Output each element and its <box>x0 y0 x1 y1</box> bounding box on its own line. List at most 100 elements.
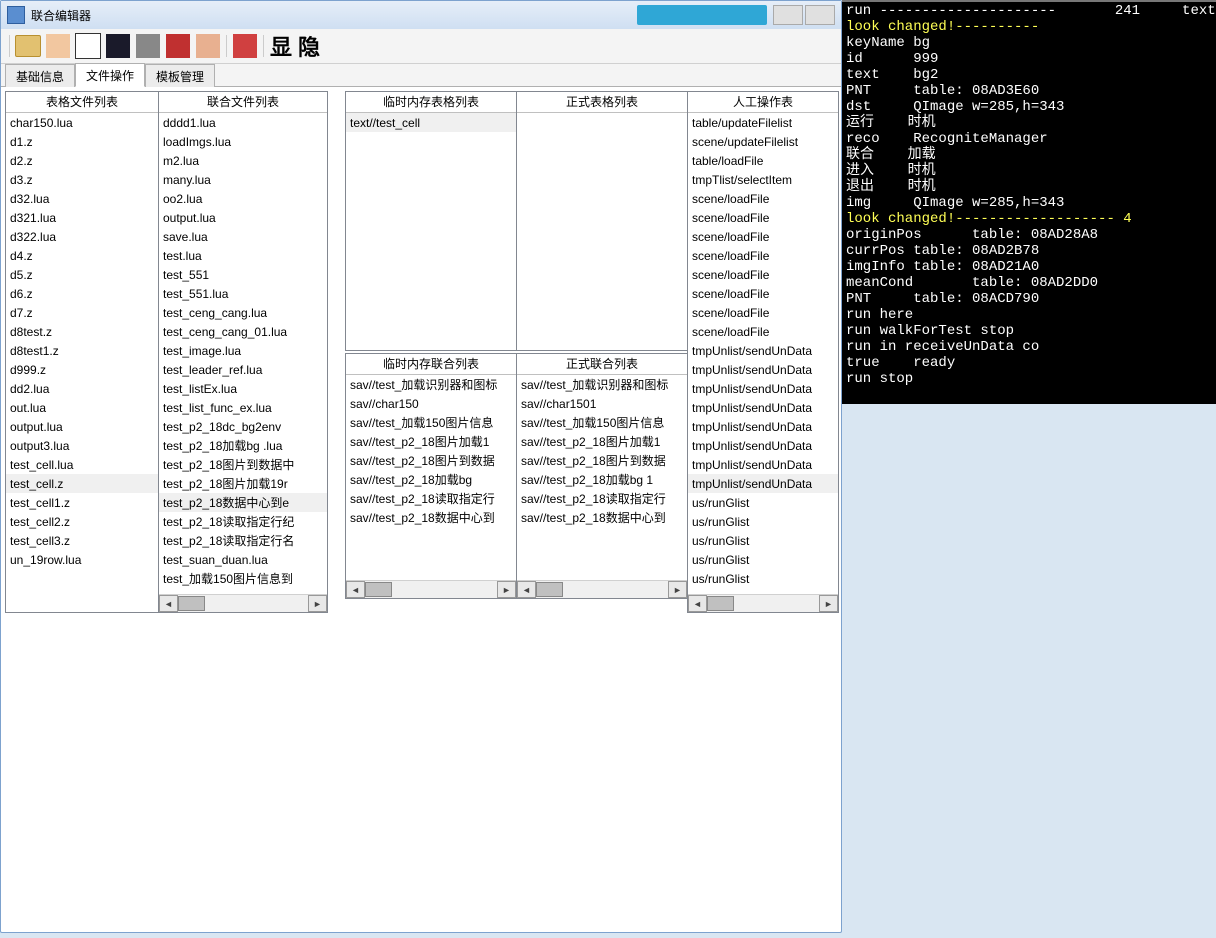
list-item[interactable]: test_cell2.z <box>6 512 158 531</box>
list-item[interactable]: tmpUnlist/sendUnData <box>688 360 838 379</box>
list-item[interactable]: save.lua <box>159 227 327 246</box>
avatar-icon-7[interactable] <box>231 32 259 60</box>
list-item[interactable]: test_551 <box>159 265 327 284</box>
list-item[interactable]: test_cell1.z <box>6 493 158 512</box>
list-item[interactable]: tmpUnlist/sendUnData <box>688 474 838 493</box>
list-item[interactable]: dddd1.lua <box>159 113 327 132</box>
scroll-left-icon[interactable]: ◄ <box>346 581 365 598</box>
list-item[interactable]: m2.lua <box>159 151 327 170</box>
list-item[interactable]: test_551.lua <box>159 284 327 303</box>
list-item[interactable]: test_加载150图片信息到 <box>159 569 327 588</box>
scroll-left-icon[interactable]: ◄ <box>517 581 536 598</box>
console-window[interactable]: run --------------------- 241 textlook c… <box>842 0 1216 404</box>
list-item[interactable]: tmpUnlist/sendUnData <box>688 341 838 360</box>
list-item[interactable]: sav//test_加载150图片信息 <box>517 413 687 432</box>
list-item[interactable]: table/loadFile <box>688 151 838 170</box>
hscroll[interactable]: ◄ ► <box>159 594 327 612</box>
scroll-left-icon[interactable]: ◄ <box>688 595 707 612</box>
avatar-icon-3[interactable] <box>104 32 132 60</box>
list-item[interactable]: test_p2_18图片到数据中 <box>159 455 327 474</box>
list-item[interactable]: tmpUnlist/sendUnData <box>688 436 838 455</box>
list-item[interactable]: char150.lua <box>6 113 158 132</box>
list-item[interactable]: us/runGlist <box>688 512 838 531</box>
list-temp-union[interactable]: sav//test_加载识别器和图标sav//char150sav//test_… <box>346 375 516 580</box>
list-item[interactable]: d5.z <box>6 265 158 284</box>
list-item[interactable]: tmpTlist/selectItem <box>688 170 838 189</box>
list-item[interactable]: sav//test_加载识别器和图标 <box>346 375 516 394</box>
list-item[interactable]: d7.z <box>6 303 158 322</box>
list-temp-table[interactable]: text//test_cell <box>346 113 516 350</box>
list-item[interactable]: output.lua <box>159 208 327 227</box>
list-item[interactable]: oo2.lua <box>159 189 327 208</box>
hide-button[interactable]: 隐 <box>296 30 322 62</box>
list-item[interactable]: test_list_func_ex.lua <box>159 398 327 417</box>
list-item[interactable]: text//test_cell <box>346 113 516 132</box>
list-item[interactable]: test_p2_18读取指定行纪 <box>159 512 327 531</box>
list-item[interactable]: test_p2_18图片加载19r <box>159 474 327 493</box>
list-item[interactable]: sav//test_加载识别器和图标 <box>517 375 687 394</box>
list-item[interactable]: test_ceng_cang.lua <box>159 303 327 322</box>
tab-template-mgmt[interactable]: 模板管理 <box>145 64 215 87</box>
list-official-union[interactable]: sav//test_加载识别器和图标sav//char1501sav//test… <box>517 375 687 580</box>
tab-basic-info[interactable]: 基础信息 <box>5 64 75 87</box>
list-item[interactable]: d6.z <box>6 284 158 303</box>
list-item[interactable]: test_p2_18加载bg .lua <box>159 436 327 455</box>
list-item[interactable]: sav//test_p2_18数据中心到 <box>517 508 687 527</box>
list-item[interactable]: sav//test_p2_18图片加载1 <box>346 432 516 451</box>
scroll-right-icon[interactable]: ► <box>497 581 516 598</box>
list-item[interactable]: scene/loadFile <box>688 303 838 322</box>
list-item[interactable]: sav//test_p2_18读取指定行 <box>346 489 516 508</box>
list-item[interactable]: output3.lua <box>6 436 158 455</box>
list-item[interactable]: d321.lua <box>6 208 158 227</box>
titlebar[interactable]: 联合编辑器 <box>1 1 841 29</box>
tab-file-ops[interactable]: 文件操作 <box>75 63 145 87</box>
list-item[interactable]: us/runGlist <box>688 550 838 569</box>
avatar-icon-6[interactable] <box>194 32 222 60</box>
list-item[interactable]: us/runGlist <box>688 493 838 512</box>
list-item[interactable]: test_image.lua <box>159 341 327 360</box>
list-item[interactable]: tmpUnlist/sendUnData <box>688 398 838 417</box>
list-item[interactable]: sav//test_加载150图片信息 <box>346 413 516 432</box>
scroll-right-icon[interactable]: ► <box>668 581 687 598</box>
list-item[interactable]: tmpUnlist/sendUnData <box>688 455 838 474</box>
list-item[interactable]: sav//test_p2_18读取指定行 <box>517 489 687 508</box>
list-table-files[interactable]: char150.luad1.zd2.zd3.zd32.luad321.luad3… <box>6 113 158 612</box>
list-item[interactable]: scene/loadFile <box>688 208 838 227</box>
list-item[interactable]: test_ceng_cang_01.lua <box>159 322 327 341</box>
list-item[interactable]: test_cell.lua <box>6 455 158 474</box>
hscroll[interactable]: ◄ ► <box>517 580 687 598</box>
list-item[interactable]: d3.z <box>6 170 158 189</box>
list-item[interactable]: scene/loadFile <box>688 246 838 265</box>
avatar-icon-1[interactable] <box>44 32 72 60</box>
list-item[interactable]: loadImgs.lua <box>159 132 327 151</box>
list-item[interactable]: sav//char1501 <box>517 394 687 413</box>
hscroll[interactable]: ◄ ► <box>346 580 516 598</box>
list-item[interactable]: scene/loadFile <box>688 265 838 284</box>
list-item[interactable]: test_cell.z <box>6 474 158 493</box>
list-item[interactable]: sav//test_p2_18数据中心到 <box>346 508 516 527</box>
avatar-icon-5[interactable] <box>164 32 192 60</box>
avatar-icon-2[interactable] <box>74 32 102 60</box>
list-item[interactable]: d4.z <box>6 246 158 265</box>
list-item[interactable]: sav//char150 <box>346 394 516 413</box>
list-item[interactable]: scene/loadFile <box>688 189 838 208</box>
list-union-files[interactable]: dddd1.lualoadImgs.luam2.luamany.luaoo2.l… <box>159 113 327 594</box>
list-item[interactable]: sav//test_p2_18图片加载1 <box>517 432 687 451</box>
list-item[interactable]: out.lua <box>6 398 158 417</box>
list-item[interactable]: tmpUnlist/sendUnData <box>688 417 838 436</box>
list-manual[interactable]: table/updateFilelistscene/updateFilelist… <box>688 113 838 594</box>
show-button[interactable]: 显 <box>268 30 294 62</box>
list-item[interactable]: test_p2_18读取指定行名 <box>159 531 327 550</box>
list-item[interactable]: scene/loadFile <box>688 322 838 341</box>
list-item[interactable]: sav//test_p2_18图片到数据 <box>346 451 516 470</box>
list-item[interactable]: sav//test_p2_18加载bg 1 <box>517 470 687 489</box>
list-official-table[interactable] <box>517 113 687 350</box>
list-item[interactable]: test_listEx.lua <box>159 379 327 398</box>
list-item[interactable]: many.lua <box>159 170 327 189</box>
minimize-button[interactable] <box>773 5 803 25</box>
list-item[interactable]: test_leader_ref.lua <box>159 360 327 379</box>
list-item[interactable]: output.lua <box>6 417 158 436</box>
list-item[interactable]: scene/loadFile <box>688 284 838 303</box>
avatar-icon-4[interactable] <box>134 32 162 60</box>
list-item[interactable]: test_p2_18dc_bg2env <box>159 417 327 436</box>
